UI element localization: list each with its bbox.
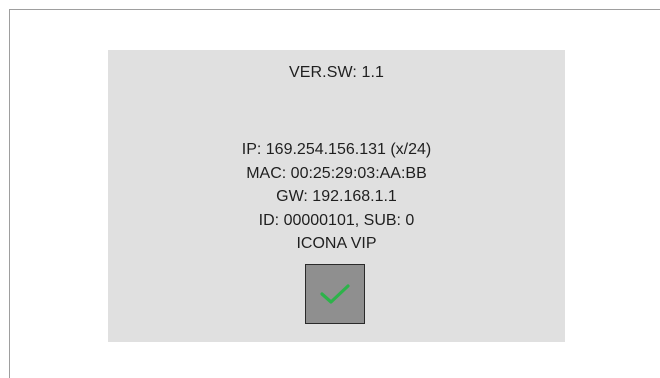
ip-address: IP: 169.254.156.131 (x/24) [241, 141, 432, 158]
confirm-button[interactable] [305, 264, 365, 324]
device-id: ID: 00000101, SUB: 0 [258, 211, 415, 229]
mac-address: MAC: 00:25:29:03:AA:BB [246, 164, 427, 182]
gateway: GW: 192.168.1.1 [276, 188, 397, 205]
checkmark-icon [320, 284, 350, 304]
software-version: VER.SW: 1.1 [288, 64, 385, 81]
network-info: IP: 169.254.156.131 (x/24) MAC: 00:25:29… [108, 138, 565, 256]
info-panel: VER.SW: 1.1 IP: 169.254.156.131 (x/24) M… [108, 50, 565, 342]
device-name: ICONA VIP [296, 235, 377, 252]
